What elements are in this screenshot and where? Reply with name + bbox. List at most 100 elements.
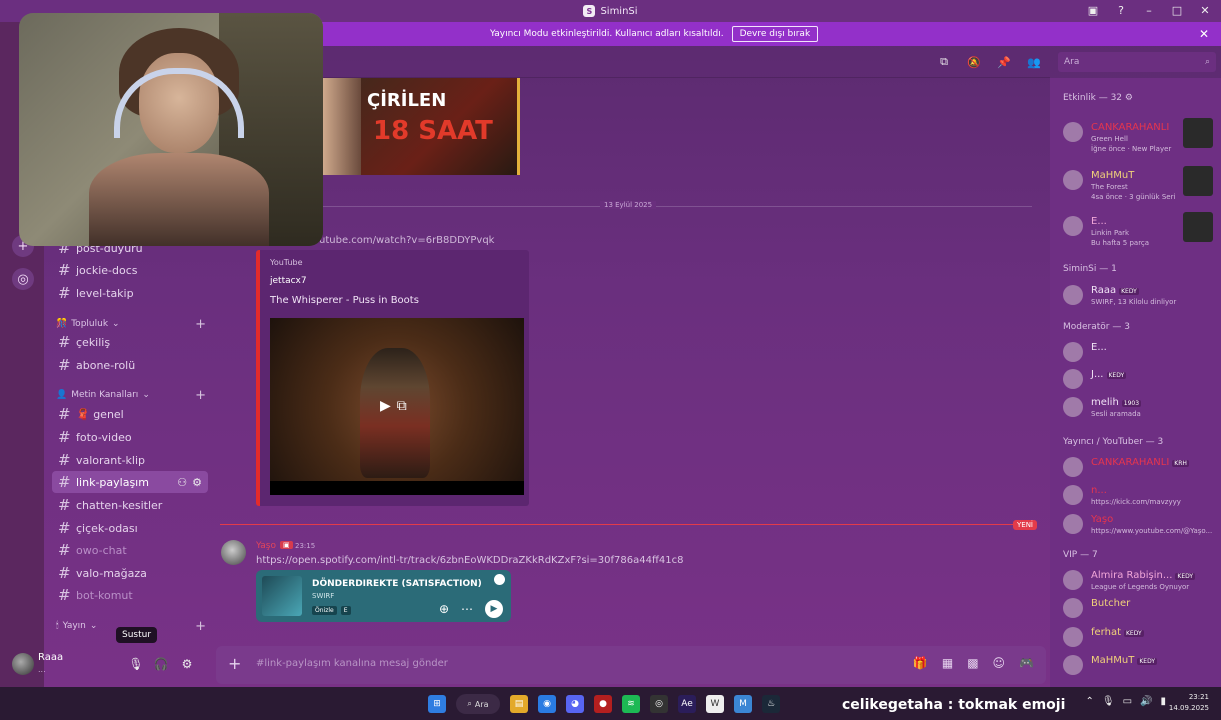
channel-valorant-klip[interactable]: # valorant-klip	[52, 449, 208, 471]
member-activity-3[interactable]: E... Linkin Park Bu hafta 5 parça	[1063, 212, 1213, 247]
after-effects-icon[interactable]: Ae	[678, 695, 696, 713]
member-activity-2[interactable]: MaHMuT The Forest 4sa önce · 3 günlük Se…	[1063, 166, 1213, 201]
invite-icon[interactable]: ⚇	[177, 476, 187, 489]
record-icon[interactable]: ●	[594, 695, 612, 713]
settings-gear-icon[interactable]: ⚙	[192, 476, 202, 489]
channel-level-takip[interactable]: # level-takip	[52, 282, 208, 304]
channel-bot-komut[interactable]: # bot-komut	[52, 584, 208, 606]
obs-icon[interactable]: ◎	[650, 695, 668, 713]
channel-abone-rolu[interactable]: # abone-rolü	[52, 354, 208, 376]
threads-icon[interactable]: ⧉	[936, 54, 952, 70]
channel-link-paylasim[interactable]: # link-paylaşım ⚇ ⚙	[52, 471, 208, 493]
attach-icon[interactable]: +	[228, 654, 241, 673]
play-icon[interactable]: ▶	[380, 398, 391, 414]
avatar[interactable]	[221, 540, 246, 565]
spotify-link[interactable]: https://open.spotify.com/intl-tr/track/6…	[256, 555, 683, 566]
composer-placeholder: #link-paylaşım kanalına mesaj gönder	[256, 658, 448, 669]
add-channel-icon[interactable]: +	[195, 317, 206, 332]
thumbnail-face	[323, 78, 361, 175]
more-icon[interactable]: ⋯	[461, 602, 473, 616]
banner-close-icon[interactable]: ✕	[1199, 27, 1209, 41]
category-metin[interactable]: 👤 Metin Kanalları ⌄ +	[56, 387, 206, 403]
member-vip-2[interactable]: Butcher	[1063, 594, 1213, 624]
video-thumbnail[interactable]: ÇİRİLEN 18 SAAT	[323, 78, 520, 175]
thumbnail-title-line2: 18 SAAT	[373, 116, 493, 146]
channel-valo-magaza[interactable]: # valo-mağaza	[52, 562, 208, 584]
member-vip-3[interactable]: ferhat KEDY	[1063, 623, 1213, 653]
video-player[interactable]: ▶ ⧉	[270, 318, 524, 495]
chrome-icon[interactable]: ◉	[538, 695, 556, 713]
headphones-icon[interactable]: 🎧	[152, 655, 170, 673]
channel-cekilis[interactable]: # çekiliş	[52, 331, 208, 353]
disable-streamer-mode-button[interactable]: Devre dışı bırak	[731, 26, 819, 42]
embed-author[interactable]: jettacx7	[270, 276, 307, 286]
help-icon[interactable]: ?	[1113, 2, 1129, 18]
sticker-icon[interactable]: ▩	[967, 656, 978, 670]
taskbar-search[interactable]: ⌕ Ara	[456, 694, 500, 714]
maximize-button[interactable]: □	[1169, 2, 1185, 18]
member-mod-3[interactable]: melih 1903 Sesli aramada	[1063, 393, 1213, 423]
emoji-icon[interactable]: ☺	[993, 656, 1006, 670]
inbox-icon[interactable]: ▣	[1085, 2, 1101, 18]
track-artist[interactable]: SWIRF	[312, 592, 334, 600]
category-topluluk[interactable]: 🎊 Topluluk ⌄ +	[56, 316, 206, 332]
microphone-icon[interactable]: 🎙	[127, 655, 145, 673]
member-yayinci-3[interactable]: Yaşo https://www.youtube.com/@Yaşo...	[1063, 510, 1213, 540]
mic-tray-icon[interactable]: 🎙	[1102, 696, 1115, 707]
windows-start-icon[interactable]: ⊞	[428, 695, 446, 713]
member-mod-2[interactable]: J... KEDY	[1063, 365, 1213, 395]
add-icon[interactable]: ⊕	[439, 602, 449, 616]
file-explorer-icon[interactable]: ▤	[510, 695, 528, 713]
gif-icon[interactable]: ▦	[942, 656, 953, 670]
app-logo-icon: S	[583, 5, 596, 17]
avatar[interactable]	[12, 653, 34, 675]
channel-chatten-kesitler[interactable]: # chatten-kesitler	[52, 494, 208, 516]
battery-icon[interactable]: ▮	[1160, 696, 1166, 707]
search-icon: ⌕	[1204, 57, 1210, 67]
member-vip-1[interactable]: Almira Rabişin... KEDY League of Legends …	[1063, 566, 1213, 596]
youtube-link[interactable]: youtube.com/watch?v=6rB8DDYPvqk	[307, 235, 494, 246]
tray-chevron-icon[interactable]: ⌃	[1085, 696, 1093, 707]
pin-icon[interactable]: 📌	[996, 54, 1012, 70]
taskbar-clock[interactable]: 23:21 14.09.2025	[1169, 692, 1209, 714]
discover-icon[interactable]: ◎	[12, 268, 34, 290]
message-author[interactable]: Yaşo	[256, 541, 276, 551]
editor-icon[interactable]: W	[706, 695, 724, 713]
member-list-icon[interactable]: 👥	[1026, 54, 1042, 70]
member-activity-1[interactable]: CANKARAHANLI Green Hell İğne önce · New …	[1063, 118, 1213, 153]
messenger-icon[interactable]: M	[734, 695, 752, 713]
channel-owo-chat[interactable]: # owo-chat	[52, 539, 208, 561]
user-settings-gear-icon[interactable]: ⚙	[178, 655, 196, 673]
hash-icon: #	[58, 428, 71, 446]
gift-icon[interactable]: 🎁	[913, 656, 928, 670]
apps-icon[interactable]: 🎮	[1019, 656, 1034, 670]
message-composer[interactable]: + #link-paylaşım kanalına mesaj gönder 🎁…	[216, 646, 1046, 684]
embed-title[interactable]: The Whisperer - Puss in Boots	[270, 295, 419, 306]
open-external-icon[interactable]: ⧉	[397, 398, 407, 414]
notification-muted-icon[interactable]: 🔕	[966, 54, 982, 70]
search-input[interactable]: Ara ⌕	[1058, 52, 1216, 72]
channel-cicek-odasi[interactable]: # çiçek-odası	[52, 517, 208, 539]
channel-genel[interactable]: # 🧣 genel	[52, 403, 208, 425]
discord-icon[interactable]: ◕	[566, 695, 584, 713]
channel-jockie-docs[interactable]: # jockie-docs	[52, 259, 208, 281]
member-vip-4[interactable]: MaHMuT KEDY	[1063, 651, 1213, 681]
minimize-button[interactable]: –	[1141, 2, 1157, 18]
section-moderator: Moderatör — 3	[1063, 322, 1130, 332]
spotify-icon[interactable]: ≋	[622, 695, 640, 713]
member-yayinci-2[interactable]: n... https://kick.com/mavzyyy	[1063, 481, 1213, 511]
member-yayinci-1[interactable]: CANKARAHANLI KRH	[1063, 453, 1213, 483]
banner-text: Yayıncı Modu etkinleştirildi. Kullanıcı …	[490, 29, 724, 39]
network-icon[interactable]: ▭	[1123, 696, 1132, 707]
volume-icon[interactable]: 🔊	[1140, 696, 1152, 707]
steam-icon[interactable]: ♨	[762, 695, 780, 713]
channel-foto-video[interactable]: # foto-video	[52, 426, 208, 448]
album-cover[interactable]	[262, 576, 302, 616]
member-raaa[interactable]: Raaa KEDY SWIRF, 13 Kilolu dinliyor	[1063, 281, 1213, 311]
track-title[interactable]: DÖNDERDIREKTE (SATISFACTION)	[312, 579, 482, 589]
member-mod-1[interactable]: E...	[1063, 338, 1213, 368]
add-channel-icon[interactable]: +	[195, 619, 206, 634]
play-button[interactable]: ▶	[485, 600, 503, 618]
add-channel-icon[interactable]: +	[195, 388, 206, 403]
close-window-button[interactable]: ✕	[1197, 2, 1213, 18]
